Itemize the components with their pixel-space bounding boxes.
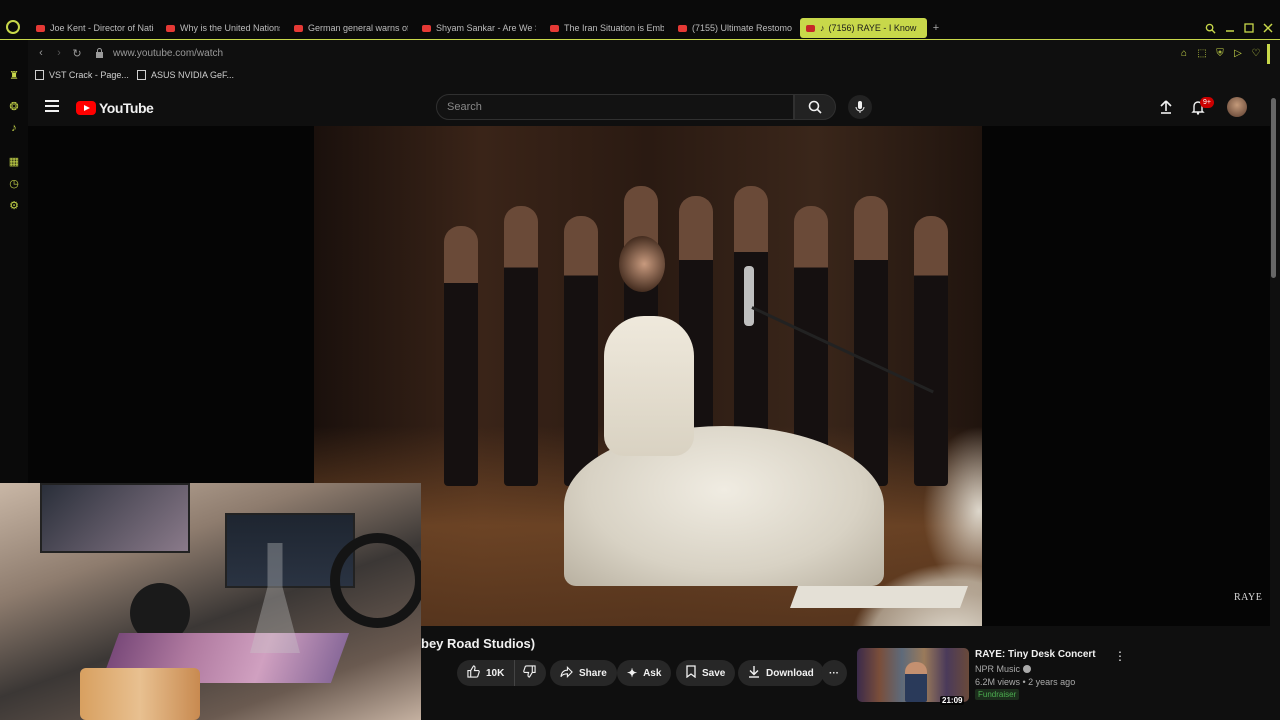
video-duration-badge: 21:09 xyxy=(940,696,965,705)
browser-logo-icon[interactable] xyxy=(6,20,20,34)
youtube-favicon-icon xyxy=(294,24,303,32)
settings-gear-icon[interactable]: ⚙ xyxy=(7,198,21,212)
recommendation-title[interactable]: RAYE: Tiny Desk Concert xyxy=(975,649,1096,660)
tab-4[interactable]: Shyam Sankar - Are We St xyxy=(422,18,536,38)
microphone-icon xyxy=(855,101,865,113)
webcam-steering-wheel xyxy=(330,533,421,628)
search-icon xyxy=(808,100,822,114)
download-icon xyxy=(748,665,760,681)
search-button[interactable] xyxy=(794,94,836,120)
save-button[interactable]: Save xyxy=(676,660,736,686)
webcam-monitor xyxy=(40,483,190,553)
url-field[interactable]: www.youtube.com/watch xyxy=(113,48,223,59)
voice-search-button[interactable] xyxy=(848,95,872,119)
notification-count-badge: 9+ xyxy=(1200,97,1214,108)
youtube-logo[interactable]: YouTube xyxy=(76,100,154,116)
microphone-boom xyxy=(751,306,934,394)
avatar[interactable] xyxy=(1227,97,1247,117)
tab-6[interactable]: (7155) Ultimate Restomod xyxy=(678,18,792,38)
floor-paper xyxy=(789,586,969,608)
performer-head xyxy=(619,236,665,292)
like-button[interactable]: 10K xyxy=(457,660,516,686)
asus-icon xyxy=(137,70,146,80)
performer-torso xyxy=(604,316,694,456)
tab-1[interactable]: Joe Kent - Director of Natio xyxy=(36,18,154,38)
dislike-button[interactable] xyxy=(515,660,544,686)
play-icon[interactable]: ▷ xyxy=(1231,46,1245,60)
webcam-overlay xyxy=(0,483,421,720)
history-icon[interactable]: ◷ xyxy=(7,176,21,190)
tab-5[interactable]: The Iran Situation is Emba xyxy=(550,18,664,38)
search-tabs-icon[interactable] xyxy=(1201,18,1219,38)
youtube-favicon-icon xyxy=(678,24,687,32)
youtube-favicon-icon xyxy=(550,24,559,32)
search-input[interactable]: Search xyxy=(436,94,794,120)
download-button[interactable]: Download xyxy=(738,660,824,686)
thumbs-up-icon xyxy=(467,665,480,681)
hamburger-menu-icon[interactable] xyxy=(45,100,59,112)
more-actions-button[interactable]: ··· xyxy=(821,660,847,686)
video-title: bey Road Studios) xyxy=(421,636,536,651)
maximize-icon[interactable] xyxy=(1240,18,1258,38)
choir-singer xyxy=(564,216,598,486)
ai-assistant-icon[interactable]: ♜ xyxy=(7,68,21,82)
chatgpt-icon[interactable]: ❂ xyxy=(7,99,21,113)
upload-icon[interactable] xyxy=(1158,99,1174,115)
lock-icon xyxy=(92,46,106,60)
pin-icon[interactable]: ⌂ xyxy=(1177,46,1191,60)
recommendation-thumbnail[interactable] xyxy=(857,648,969,702)
browser-tab-bar: Joe Kent - Director of Natio Why is the … xyxy=(0,0,1280,40)
sidebar-toggle-handle[interactable] xyxy=(1267,44,1270,64)
workspaces-icon[interactable]: ▦ xyxy=(7,154,21,168)
shield-icon[interactable]: ⛨ xyxy=(1213,46,1227,60)
forward-icon[interactable]: › xyxy=(52,46,66,60)
tab-2[interactable]: Why is the United Nations xyxy=(166,18,280,38)
choir-singer xyxy=(444,226,478,486)
new-tab-button[interactable]: + xyxy=(930,18,942,38)
bookmark-vst[interactable]: VST Crack - Page... xyxy=(35,70,129,80)
tiktok-icon[interactable]: ♪ xyxy=(7,121,21,135)
youtube-play-icon xyxy=(76,101,96,115)
choir-singer xyxy=(854,196,888,486)
youtube-favicon-icon xyxy=(36,24,45,32)
video-watermark: RAYE xyxy=(1234,592,1263,603)
choir-singer xyxy=(914,216,948,486)
tab-active[interactable]: ♪ (7156) RAYE - I Know xyxy=(800,18,927,38)
share-button[interactable]: Share xyxy=(550,660,617,686)
choir-singer xyxy=(504,206,538,486)
share-icon xyxy=(560,665,573,681)
youtube-favicon-icon xyxy=(166,24,175,32)
scrollbar-thumb[interactable] xyxy=(1271,98,1276,278)
fundraiser-badge: Fundraiser xyxy=(975,689,1020,700)
thumbnail-performer xyxy=(905,662,927,702)
kebab-menu-icon[interactable]: ⋮ xyxy=(1114,648,1126,664)
webcam-desk-clutter xyxy=(80,668,200,720)
youtube-favicon-icon xyxy=(422,24,431,32)
like-dislike-group: 10K xyxy=(457,660,546,686)
close-icon[interactable] xyxy=(1259,18,1277,38)
speaker-icon[interactable]: ♪ xyxy=(820,23,825,33)
reload-icon[interactable]: ↻ xyxy=(70,46,84,60)
heart-icon[interactable]: ♡ xyxy=(1249,46,1263,60)
minimize-icon[interactable] xyxy=(1221,18,1239,38)
ask-button[interactable]: ✦ Ask xyxy=(617,660,672,686)
youtube-favicon-icon xyxy=(806,24,815,32)
thumbs-down-icon xyxy=(523,665,536,681)
bookmark-icon xyxy=(686,665,696,681)
recommendation-meta: 6.2M views • 2 years ago xyxy=(975,677,1076,687)
tab-3[interactable]: German general warns of xyxy=(294,18,408,38)
back-icon[interactable]: ‹ xyxy=(34,46,48,60)
page-icon xyxy=(35,70,44,80)
microphone-stand xyxy=(744,266,754,326)
verified-check-icon xyxy=(1023,665,1032,673)
sparkle-icon: ✦ xyxy=(627,666,638,680)
bookmark-asus[interactable]: ASUS NVIDIA GeF... xyxy=(137,70,234,80)
recommendation-channel[interactable]: NPR Music xyxy=(975,664,1032,674)
screenshot-icon[interactable]: ⬚ xyxy=(1195,46,1209,60)
